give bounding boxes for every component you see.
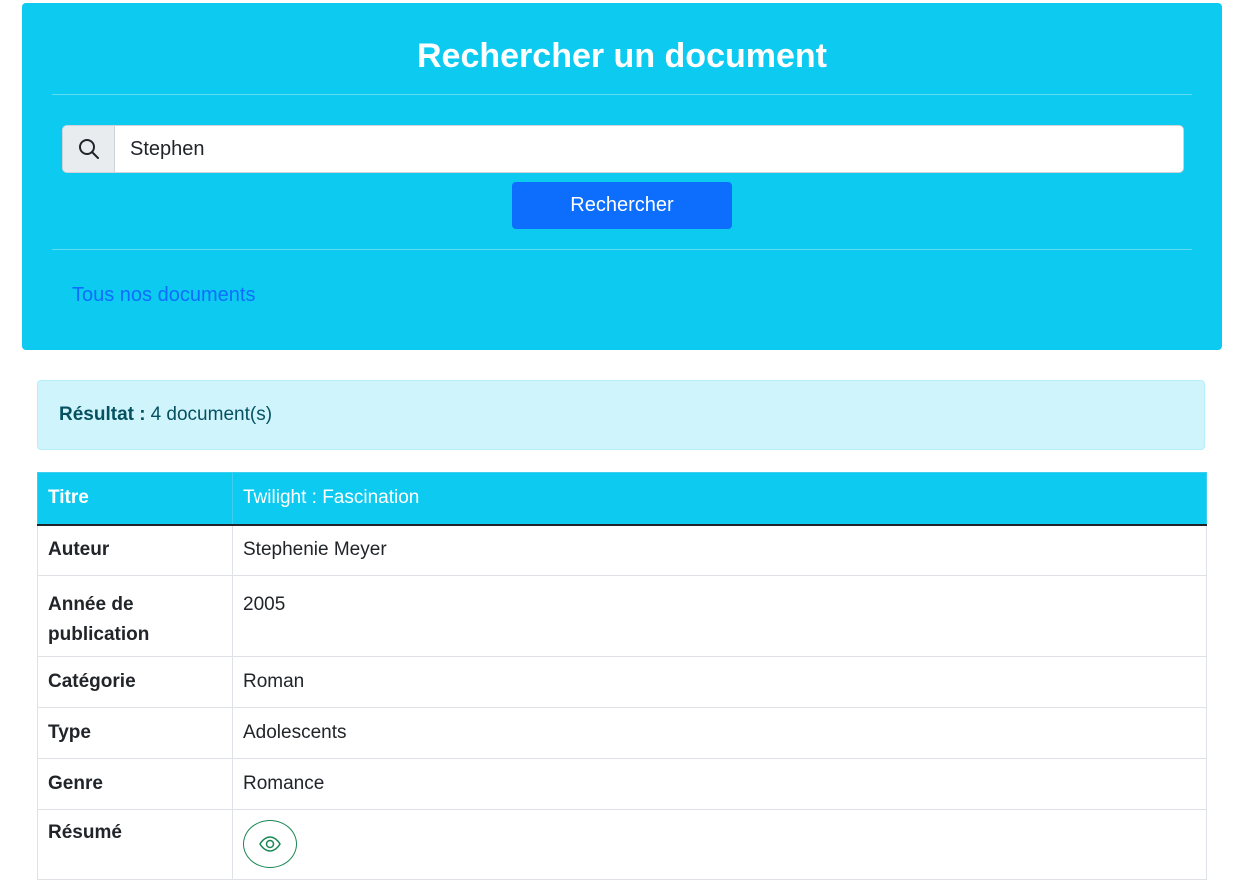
annee-value: 2005 [232,575,1207,657]
genre-value: Romance [232,758,1207,810]
search-input-group [62,125,1184,173]
table-row: Catégorie Roman [37,656,1207,708]
table-row: Genre Romance [37,758,1207,810]
auteur-value: Stephenie Meyer [232,524,1207,576]
table-row: Année de publication 2005 [37,575,1207,657]
divider [52,249,1192,250]
document-table: Titre Twilight : Fascination Auteur Step… [37,472,1207,880]
search-icon [63,126,115,172]
table-row: Type Adolescents [37,707,1207,759]
type-label: Type [37,707,233,759]
eye-icon [259,836,281,852]
resume-cell [232,809,1207,880]
result-label: Résultat : [59,404,146,425]
annee-label: Année de publication [37,575,233,657]
search-input[interactable] [115,126,1183,172]
table-row: Résumé [37,809,1207,880]
table-row: Auteur Stephenie Meyer [37,524,1207,576]
categorie-value: Roman [232,656,1207,708]
search-button[interactable]: Rechercher [512,182,732,229]
titre-value: Twilight : Fascination [232,472,1207,526]
view-resume-button[interactable] [243,820,297,868]
search-panel: Rechercher un document Rechercher Tous n… [22,3,1222,350]
page-title: Rechercher un document [417,37,827,75]
genre-label: Genre [37,758,233,810]
all-documents-link[interactable]: Tous nos documents [72,284,255,307]
result-alert: Résultat : 4 document(s) [37,380,1205,450]
categorie-label: Catégorie [37,656,233,708]
resume-label: Résumé [37,809,233,880]
divider [52,94,1192,95]
titre-label: Titre [37,472,233,526]
type-value: Adolescents [232,707,1207,759]
result-count: 4 document(s) [150,404,273,425]
auteur-label: Auteur [37,524,233,576]
table-row: Titre Twilight : Fascination [37,472,1207,526]
